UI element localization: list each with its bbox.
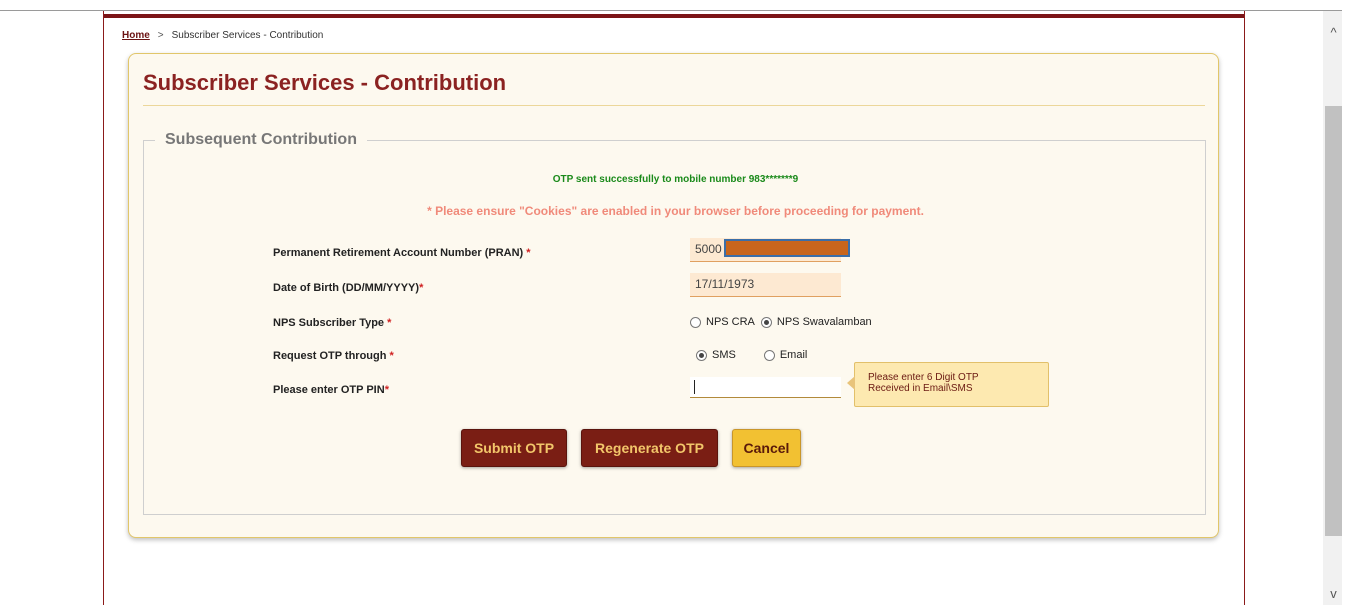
- pran-label-text: Permanent Retirement Account Number (PRA…: [273, 247, 524, 259]
- email-label[interactable]: Email: [780, 349, 808, 361]
- subscriber-type-label: NPS Subscriber Type *: [273, 317, 391, 329]
- required-mark: *: [389, 350, 394, 362]
- text-cursor: [694, 380, 695, 394]
- otp-success-message: OTP sent successfully to mobile number 9…: [552, 174, 799, 185]
- pran-redaction-mask: [724, 239, 850, 257]
- otp-hint-tooltip: Please enter 6 Digit OTP Received in Ema…: [847, 362, 1049, 407]
- page-right-border: [1244, 11, 1245, 605]
- dob-label: Date of Birth (DD/MM/YYYY)*: [273, 282, 423, 294]
- cancel-button[interactable]: Cancel: [732, 429, 801, 467]
- scrollbar-thumb[interactable]: [1325, 106, 1342, 536]
- regenerate-otp-button[interactable]: Regenerate OTP: [581, 429, 718, 467]
- otp-through-label: Request OTP through *: [273, 350, 394, 362]
- pran-field[interactable]: 5000: [690, 238, 850, 262]
- page-left-border: [103, 11, 104, 605]
- scroll-down-arrow-icon[interactable]: v: [1325, 585, 1342, 603]
- otp-pin-label-text: Please enter OTP PIN: [273, 384, 385, 396]
- tooltip-line-2: Received in Email\SMS: [868, 383, 973, 394]
- nps-swavalamban-radio[interactable]: [760, 316, 772, 328]
- required-mark: *: [419, 282, 424, 294]
- submit-otp-button[interactable]: Submit OTP: [461, 429, 567, 467]
- breadcrumb: Home > Subscriber Services - Contribution: [122, 30, 323, 41]
- title-divider: [143, 105, 1205, 106]
- header-bar: [104, 14, 1244, 18]
- page-title: Subscriber Services - Contribution: [143, 70, 507, 95]
- dob-field[interactable]: 17/11/1973: [690, 273, 841, 297]
- required-mark: *: [526, 247, 531, 259]
- breadcrumb-home-link[interactable]: Home: [122, 30, 150, 41]
- otp-through-label-text: Request OTP through: [273, 350, 387, 362]
- required-mark: *: [387, 317, 392, 329]
- content-card: Subscriber Services - Contribution Subse…: [128, 53, 1219, 538]
- dob-value: 17/11/1973: [695, 277, 755, 291]
- fieldset-legend: Subsequent Contribution: [155, 131, 367, 149]
- subscriber-type-label-text: NPS Subscriber Type: [273, 317, 385, 329]
- subscriber-type-radio-group: NPS CRA NPS Swavalamban: [690, 316, 878, 328]
- nps-cra-radio[interactable]: [690, 316, 701, 328]
- window-top-rule: [0, 10, 1342, 11]
- otp-pin-input[interactable]: [690, 377, 841, 398]
- nps-swavalamban-label[interactable]: NPS Swavalamban: [777, 316, 872, 328]
- pran-label: Permanent Retirement Account Number (PRA…: [273, 247, 531, 259]
- sms-radio[interactable]: [696, 349, 707, 361]
- required-mark: *: [384, 384, 389, 396]
- scroll-up-arrow-icon[interactable]: ^: [1325, 24, 1342, 42]
- otp-pin-label: Please enter OTP PIN*: [273, 384, 389, 396]
- nps-cra-label[interactable]: NPS CRA: [706, 316, 755, 328]
- sms-label[interactable]: SMS: [712, 349, 736, 361]
- email-radio[interactable]: [763, 349, 775, 361]
- subsequent-contribution-fieldset: Subsequent Contribution OTP sent success…: [143, 131, 1206, 515]
- breadcrumb-separator: >: [157, 30, 164, 41]
- tooltip-line-1: Please enter 6 Digit OTP: [868, 372, 979, 383]
- pran-value: 5000: [695, 242, 722, 256]
- cookies-warning-message: * Please ensure "Cookies" are enabled in…: [427, 204, 924, 218]
- breadcrumb-current: Subscriber Services - Contribution: [171, 30, 324, 41]
- otp-through-radio-group: SMS Email: [690, 349, 813, 361]
- dob-label-text: Date of Birth (DD/MM/YYYY): [273, 282, 420, 294]
